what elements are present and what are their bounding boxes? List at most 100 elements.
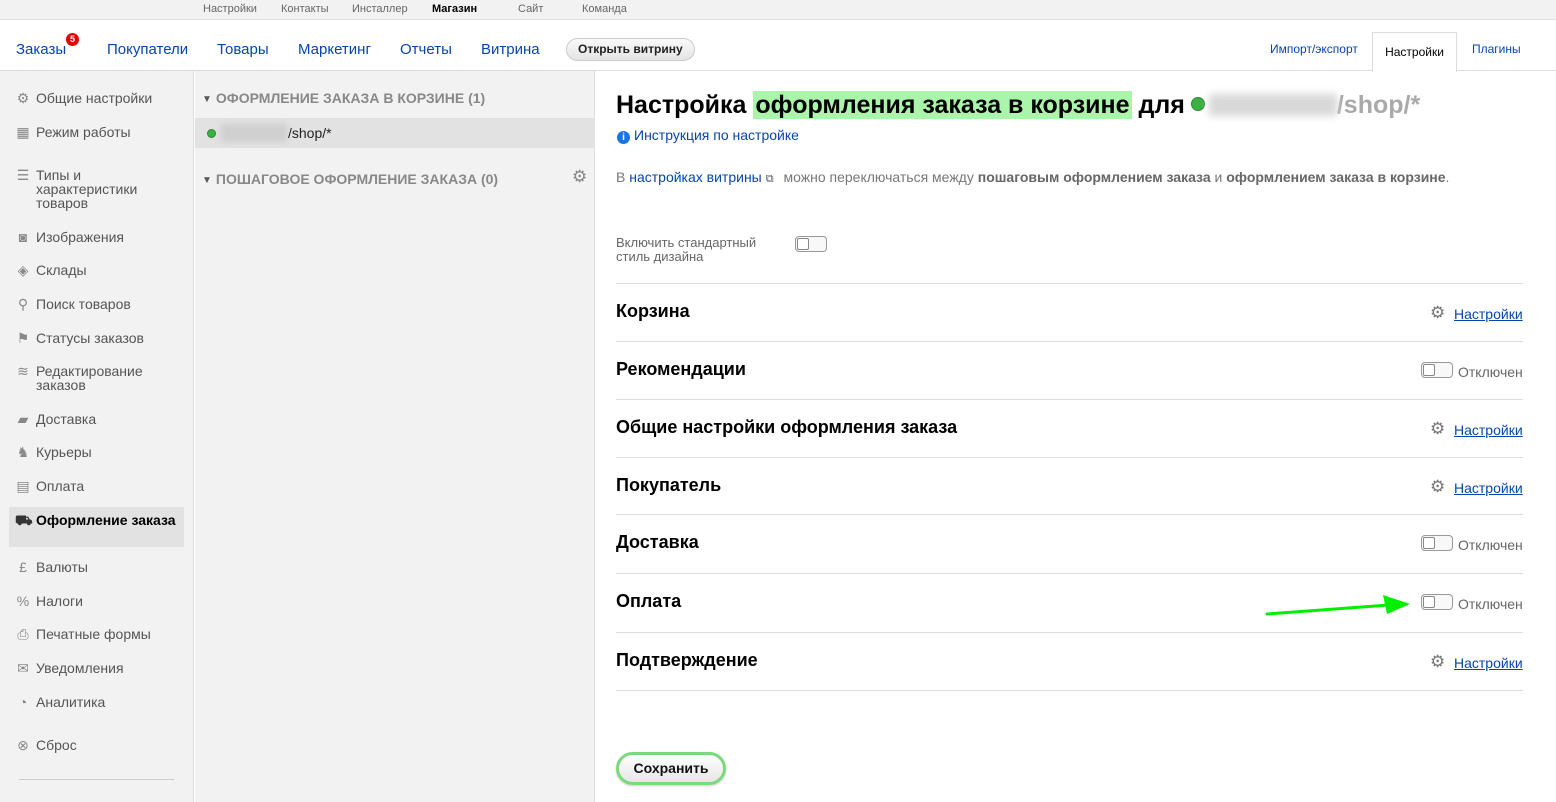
std-style-toggle[interactable]: [795, 236, 827, 252]
row-title: Покупатель: [616, 475, 722, 495]
app-shop[interactable]: Магазин: [432, 3, 477, 15]
search-icon: ⚲: [17, 296, 29, 312]
tab-import-export[interactable]: Импорт/экспорт: [1270, 42, 1358, 56]
gear-icon[interactable]: ⚙: [1430, 304, 1447, 321]
camera-icon: ◙: [18, 229, 28, 245]
row-title: Рекомендации: [616, 359, 746, 379]
sidebar-item-label: Печатные формы: [36, 626, 151, 642]
nav-storefront[interactable]: Витрина: [481, 41, 540, 58]
app-team[interactable]: Команда: [582, 3, 627, 15]
nav-marketing[interactable]: Маркетинг: [298, 41, 371, 58]
sidebar-divider: [19, 779, 174, 780]
sidebar-item-label: Редактирование заказов: [36, 363, 143, 393]
settings-link[interactable]: Настройки: [1454, 306, 1523, 322]
row-confirmation: Подтверждение ⚙ Настройки: [616, 632, 1523, 690]
storefront-path: /shop/*: [288, 125, 332, 141]
sidebar-item-label: Сброс: [36, 737, 77, 753]
app-site[interactable]: Сайт: [518, 3, 543, 15]
sidebar-item-label: Валюты: [36, 559, 88, 575]
sidebar-item-label: Курьеры: [36, 444, 92, 460]
payment-toggle[interactable]: [1421, 594, 1453, 610]
sidebar-item-print-forms[interactable]: ⎙ Печатные формы: [9, 627, 184, 643]
sidebar-item-images[interactable]: ◙ Изображения: [9, 230, 184, 246]
pound-icon: £: [19, 559, 27, 575]
status-dot-icon: [1190, 97, 1205, 111]
sidebar-item-schedule[interactable]: ▦ Режим работы: [9, 125, 184, 141]
list-item[interactable]: /shop/*: [195, 118, 595, 148]
sidebar-item-payment[interactable]: ▤ Оплата: [9, 479, 184, 495]
gear-icon[interactable]: ⚙: [1430, 478, 1447, 495]
page-title: Настройка оформления заказа в корзине дл…: [616, 91, 1421, 119]
printer-icon: ⎙: [17, 626, 29, 642]
runner-icon: ♞: [16, 444, 30, 460]
app-settings[interactable]: Настройки: [203, 3, 257, 15]
info-icon: i: [617, 131, 630, 144]
sidebar-item-general[interactable]: ⚙ Общие настройки: [9, 91, 184, 107]
recommendations-toggle[interactable]: [1421, 362, 1453, 378]
collapse-triangle-icon: ▼: [202, 175, 212, 186]
settings-link[interactable]: Настройки: [1454, 422, 1523, 438]
sidebar-item-label: Типы и характеристики товаров: [36, 167, 138, 211]
app-bar: Настройки Контакты Инсталлер Магазин Сай…: [0, 0, 1556, 20]
open-storefront-button[interactable]: Открыть витрину: [566, 38, 695, 61]
tab-plugins[interactable]: Плагины: [1472, 42, 1521, 56]
row-title: Доставка: [616, 532, 699, 552]
truck-icon: ▰: [17, 411, 29, 427]
sidebar-item-order-editing[interactable]: ≋ Редактирование заказов: [9, 364, 184, 394]
gear-icon[interactable]: ⚙: [572, 168, 590, 186]
sidebar-item-label: Склады: [36, 262, 87, 278]
gear-icon[interactable]: ⚙: [1430, 420, 1447, 437]
sidebar-item-couriers[interactable]: ♞ Курьеры: [9, 445, 184, 461]
sidebar-item-order-statuses[interactable]: ⚑ Статусы заказов: [9, 331, 184, 347]
blurred-domain: [1208, 94, 1337, 116]
nav-products[interactable]: Товары: [217, 41, 269, 58]
save-button[interactable]: Сохранить: [616, 752, 726, 785]
sidebar-item-label: Оформление заказа: [36, 512, 176, 528]
sidebar-item-warehouses[interactable]: ◈ Склады: [9, 263, 184, 279]
sidebar-item-label: Изображения: [36, 229, 124, 245]
status-text: Отключен: [1458, 537, 1523, 553]
status-text: Отключен: [1458, 364, 1523, 380]
row-recommendations: Рекомендации Отключен: [616, 341, 1523, 399]
sidebar-item-product-types[interactable]: ☰ Типы и характеристики товаров: [9, 168, 184, 212]
sidebar-item-currencies[interactable]: £ Валюты: [9, 560, 184, 576]
checkout-list-column: ▼ ОФОРМЛЕНИЕ ЗАКАЗА В КОРЗИНЕ (1) /shop/*…: [195, 71, 595, 802]
group-cart-checkout[interactable]: ▼ ОФОРМЛЕНИЕ ЗАКАЗА В КОРЗИНЕ (1): [202, 90, 485, 106]
layers-icon: ≋: [17, 363, 29, 379]
app-contacts[interactable]: Контакты: [281, 3, 329, 15]
sidebar-item-search[interactable]: ⚲ Поиск товаров: [9, 297, 184, 313]
sidebar-item-label: Аналитика: [36, 694, 106, 710]
gear-icon[interactable]: ⚙: [1430, 653, 1447, 670]
sidebar-item-notifications[interactable]: ✉ Уведомления: [9, 661, 184, 677]
envelope-icon: ✉: [17, 660, 29, 676]
checkout-settings-panel: Настройка оформления заказа в корзине дл…: [596, 71, 1556, 802]
sidebar-item-taxes[interactable]: % Налоги: [9, 594, 184, 610]
money-icon: ▤: [16, 478, 30, 494]
green-arrow-annotation: [1265, 595, 1410, 616]
nav-customers[interactable]: Покупатели: [107, 41, 188, 58]
sidebar-item-shipping[interactable]: ▰ Доставка: [9, 412, 184, 428]
list-icon: ☰: [16, 167, 30, 183]
sidebar-item-label: Уведомления: [36, 660, 124, 676]
settings-link[interactable]: Настройки: [1454, 655, 1523, 671]
row-general-checkout-settings: Общие настройки оформления заказа ⚙ Наст…: [616, 399, 1523, 457]
tab-settings[interactable]: Настройки: [1372, 32, 1457, 72]
sidebar-item-reset[interactable]: ⊗ Сброс: [9, 738, 184, 754]
gauge-icon: ◔: [18, 694, 28, 710]
group-step-checkout[interactable]: ▼ ПОШАГОВОЕ ОФОРМЛЕНИЕ ЗАКАЗА (0): [202, 171, 498, 187]
calendar-icon: ▦: [16, 124, 30, 140]
settings-link[interactable]: Настройки: [1454, 480, 1523, 496]
nav-orders[interactable]: Заказы: [16, 41, 66, 58]
sidebar-item-analytics[interactable]: ◔ Аналитика: [9, 695, 184, 711]
storefront-settings-link[interactable]: настройках витрины: [629, 169, 762, 185]
instruction-link[interactable]: i Инструкция по настройке: [617, 127, 799, 144]
sidebar-item-checkout[interactable]: ⛟ Оформление заказа: [9, 507, 184, 547]
sidebar-item-label: Общие настройки: [36, 90, 153, 106]
nav-reports[interactable]: Отчеты: [400, 41, 452, 58]
row-title: Корзина: [616, 301, 690, 321]
shipping-toggle[interactable]: [1421, 535, 1453, 551]
app-installer[interactable]: Инсталлер: [352, 3, 408, 15]
row-divider: [616, 690, 1523, 691]
description-text: В настройках витрины ⧉ можно переключатьс…: [616, 169, 1450, 185]
status-dot-icon: [207, 129, 216, 138]
